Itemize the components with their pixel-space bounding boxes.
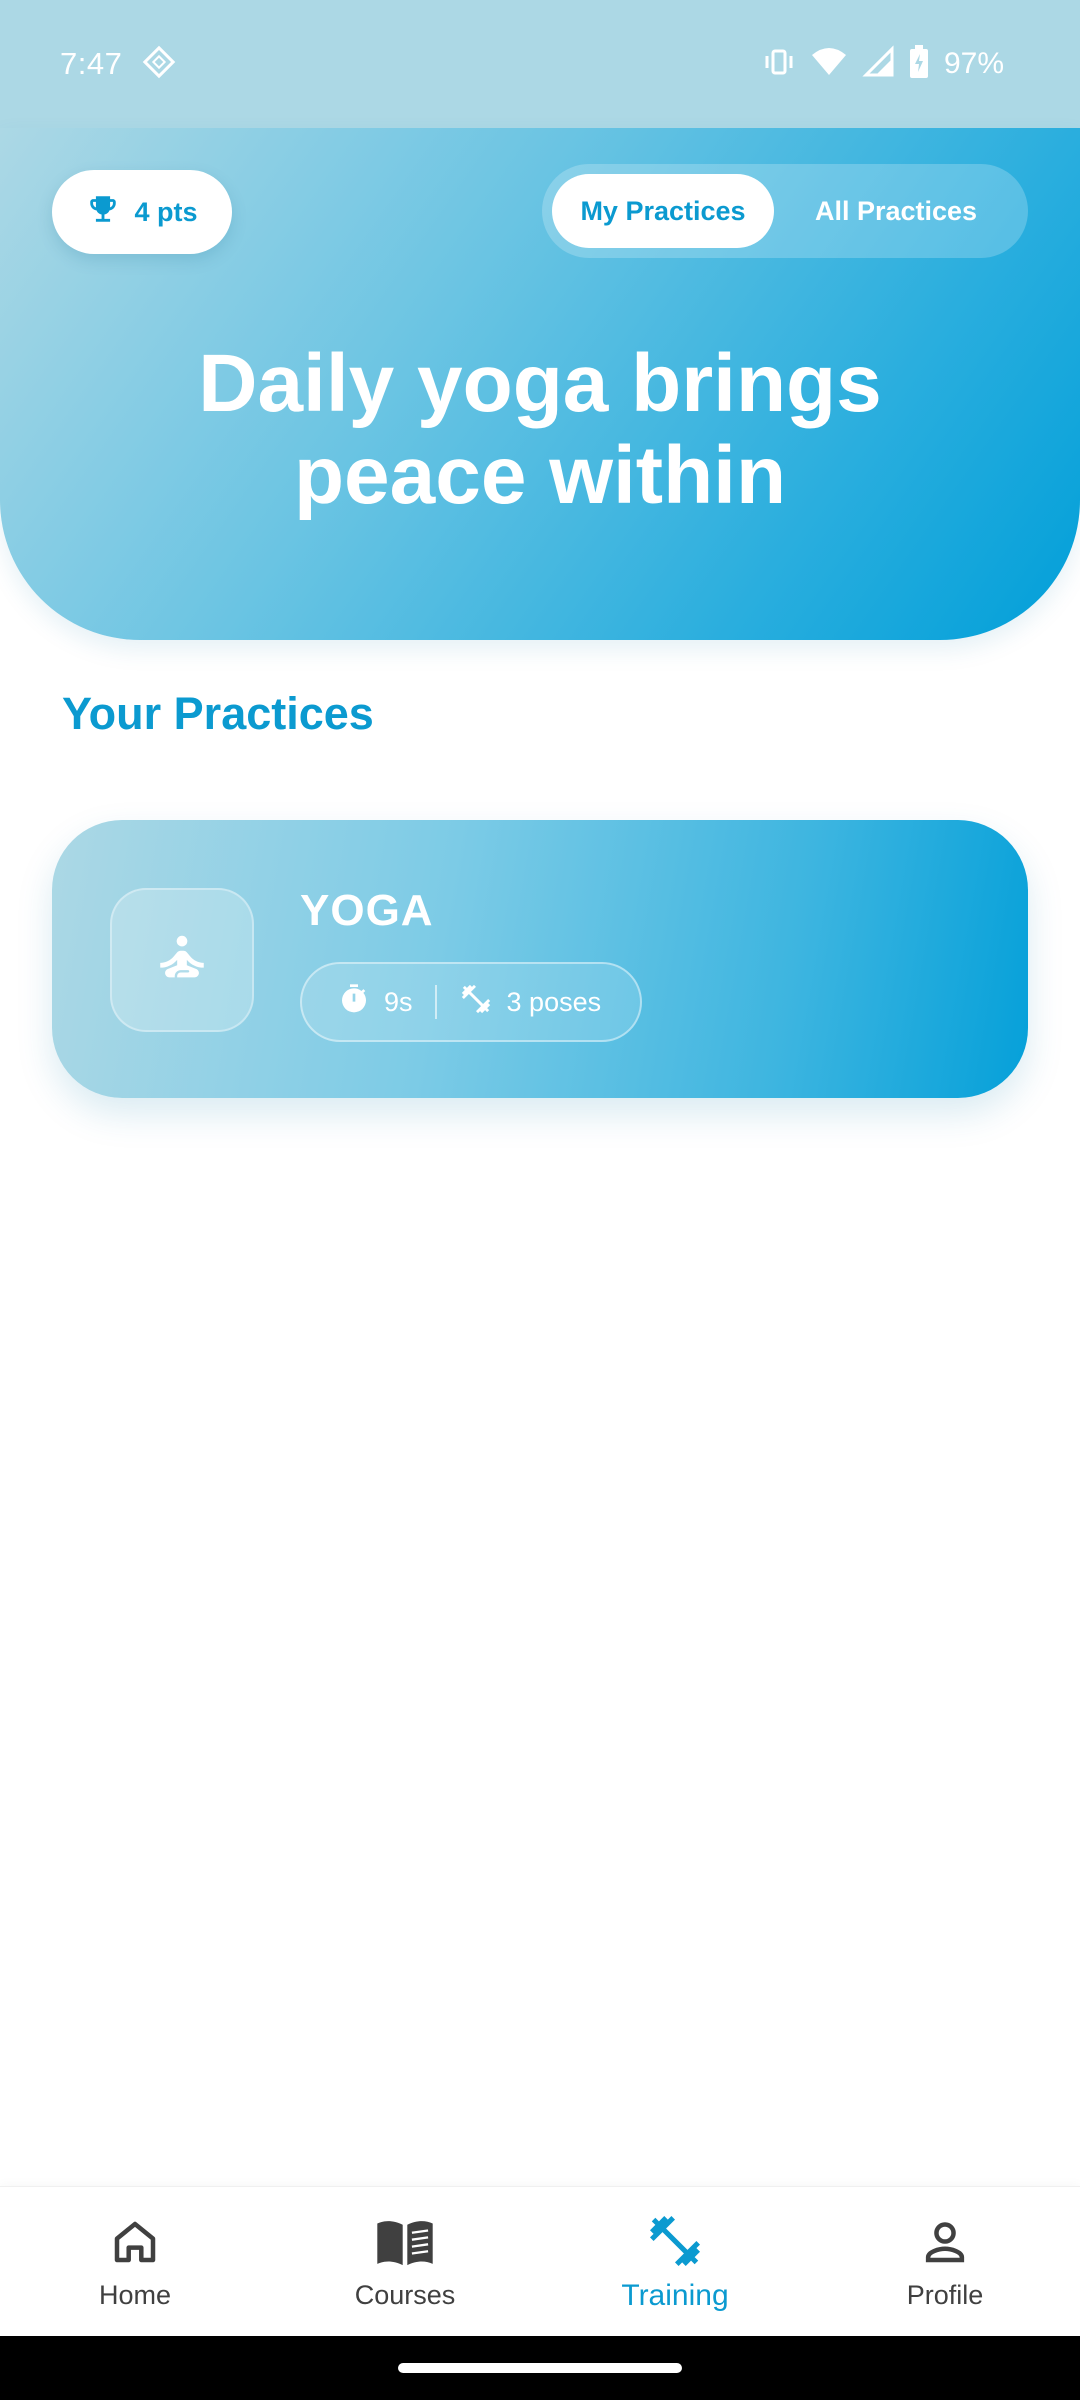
vibrate-icon: [762, 45, 796, 84]
meditation-icon: [153, 929, 211, 992]
app-screen: 7:47 97% 4 pts My Practices All Practice…: [0, 0, 1080, 2400]
section-title: Your Practices: [62, 688, 374, 739]
person-icon: [915, 2212, 975, 2272]
nav-item-home[interactable]: Home: [0, 2187, 270, 2336]
nav-item-courses[interactable]: Courses: [270, 2187, 540, 2336]
nav-item-profile[interactable]: Profile: [810, 2187, 1080, 2336]
status-time: 7:47: [60, 46, 123, 81]
poses-item: 3 poses: [459, 982, 602, 1023]
status-right: 97%: [762, 44, 1004, 85]
nav-label-profile: Profile: [906, 2280, 984, 2310]
nav-label-home: Home: [98, 2280, 172, 2310]
meta-divider: [434, 985, 437, 1019]
diamond-icon: [142, 45, 176, 84]
signal-icon: [862, 44, 894, 84]
system-nav-bar: [0, 2336, 1080, 2400]
hero-header: 4 pts My Practices All Practices Daily y…: [0, 128, 1080, 640]
practice-card[interactable]: YOGA 9s 3 poses: [52, 820, 1028, 1098]
practice-title: YOGA: [300, 886, 434, 935]
duration-item: 9s: [338, 983, 413, 1022]
status-bar: 7:47 97%: [0, 0, 1080, 128]
practice-meta: 9s 3 poses: [300, 962, 642, 1042]
practice-filter-tabs: My Practices All Practices: [542, 164, 1028, 258]
trophy-icon: [86, 192, 120, 233]
battery-icon: [908, 44, 930, 85]
nav-item-training[interactable]: Training: [540, 2187, 810, 2336]
tab-all-practices[interactable]: All Practices: [774, 174, 1018, 248]
practice-icon-box: [110, 888, 254, 1032]
points-badge[interactable]: 4 pts: [52, 170, 232, 254]
home-gesture-handle[interactable]: [398, 2363, 682, 2373]
battery-percent: 97%: [943, 47, 1004, 80]
hero-title: Daily yoga brings peace within: [198, 338, 882, 521]
book-icon: [375, 2212, 435, 2272]
nav-label-training: Training: [621, 2278, 729, 2312]
points-label: 4 pts: [134, 196, 198, 227]
tab-my-practices[interactable]: My Practices: [552, 174, 774, 248]
dumbbell-icon: [459, 982, 493, 1023]
status-left: 7:47: [60, 45, 176, 84]
nav-label-courses: Courses: [354, 2280, 456, 2310]
timer-icon: [338, 983, 370, 1022]
wifi-icon: [810, 45, 848, 84]
home-icon: [105, 2212, 165, 2272]
dumbbell-icon: [645, 2211, 705, 2271]
duration-label: 9s: [384, 986, 413, 1017]
poses-label: 3 poses: [506, 986, 602, 1017]
bottom-nav: Home Courses Training Profile: [0, 2186, 1080, 2336]
